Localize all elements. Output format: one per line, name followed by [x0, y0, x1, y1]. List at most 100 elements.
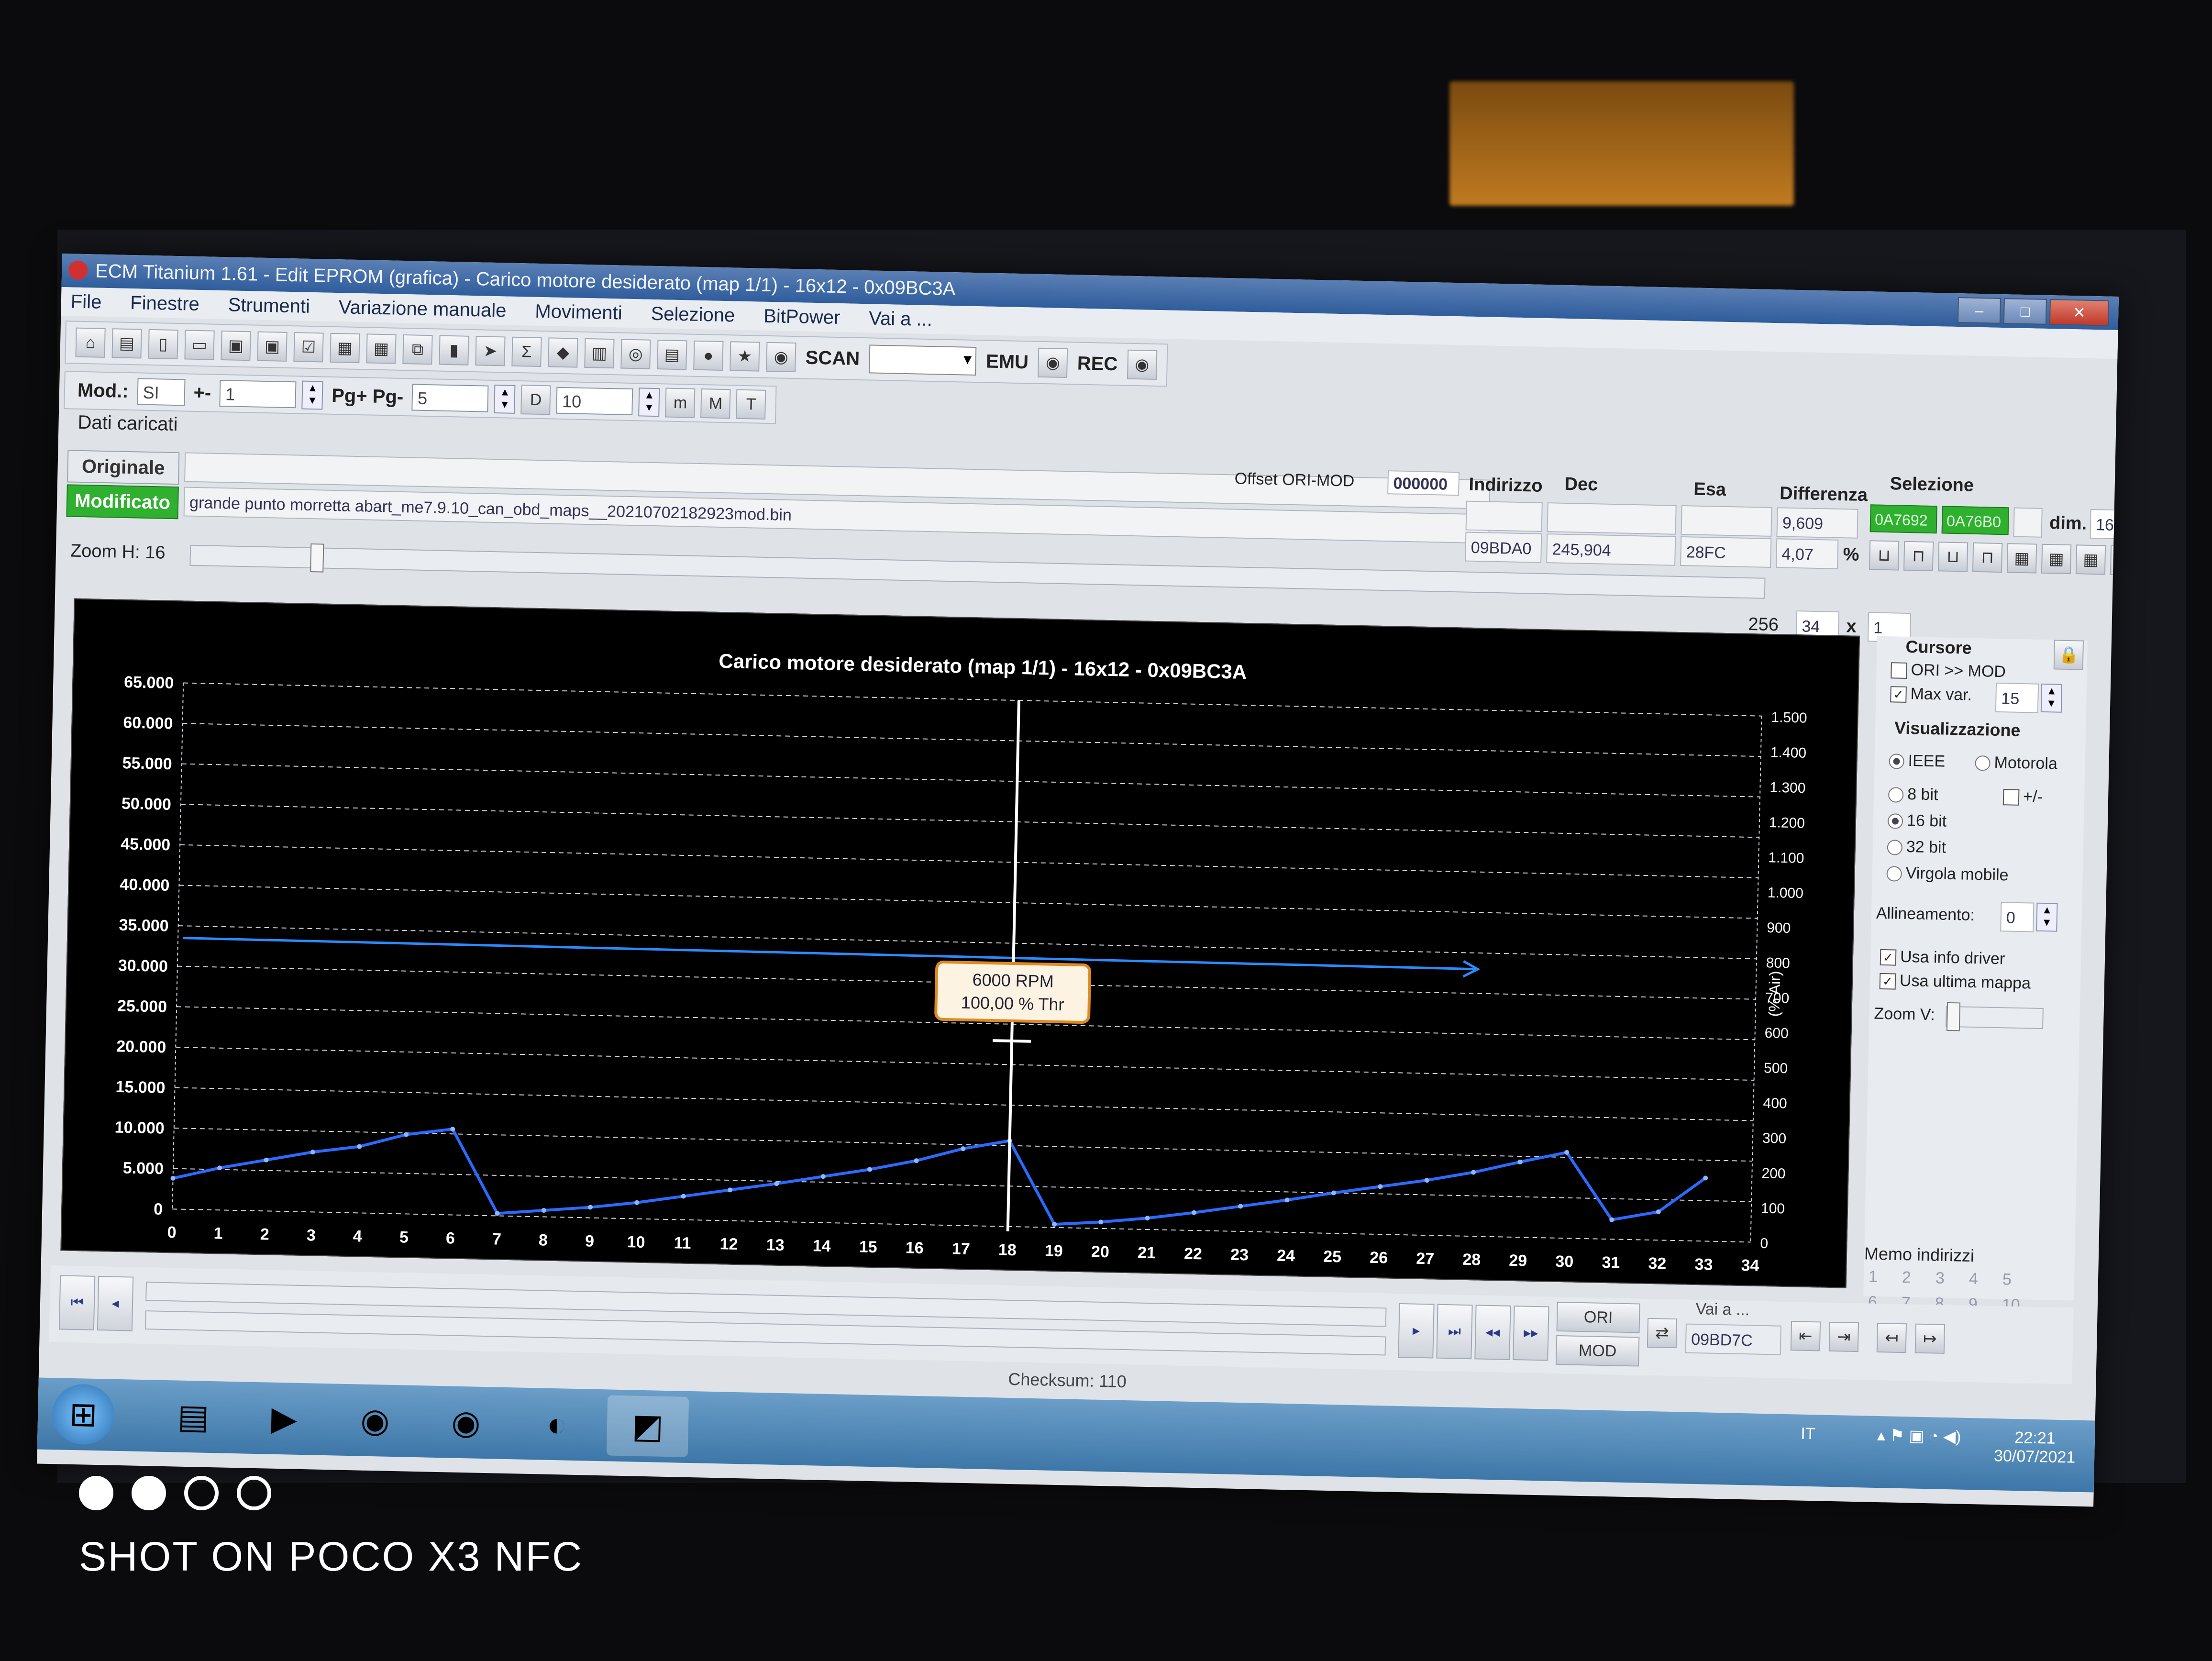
16bit-radio[interactable]: 16 bit — [1887, 811, 1947, 831]
explorer-taskbar-icon[interactable]: ▤ — [152, 1386, 235, 1448]
usa-info-checkbox[interactable]: ✓ Usa info driver — [1880, 947, 2005, 968]
binoculars-icon[interactable]: ◎ — [620, 339, 651, 369]
save-as-icon[interactable]: ▣ — [257, 331, 288, 362]
series-point[interactable] — [588, 1205, 593, 1210]
ori-mod-checkbox[interactable]: ORI >> MOD — [1891, 660, 2006, 681]
zoom-h-thumb[interactable] — [310, 543, 324, 573]
target-icon[interactable]: ◉ — [766, 342, 796, 373]
memo-slot-2[interactable]: 2 — [1902, 1268, 1936, 1287]
emu-icon[interactable]: ◉ — [1038, 347, 1068, 378]
pg-input[interactable]: 5 — [411, 384, 489, 412]
m-large-icon[interactable]: M — [700, 388, 731, 419]
series-point[interactable] — [1378, 1184, 1383, 1189]
tray-icons[interactable]: ▴ ⚑ ▣ ◔ ◀) — [1877, 1426, 1961, 1446]
max-var-checkbox[interactable]: ✓ Max var. — [1890, 684, 1972, 705]
copy-icon[interactable]: ⧉ — [402, 334, 433, 365]
close-button[interactable]: ✕ — [2049, 299, 2109, 326]
plusminus-checkbox[interactable]: +/- — [2002, 787, 2043, 807]
d-icon[interactable]: D — [520, 385, 551, 415]
scan-select[interactable] — [869, 344, 977, 376]
goto-left-icon[interactable]: ⇤ — [1790, 1321, 1821, 1351]
mod-input[interactable]: SI — [137, 378, 186, 406]
grid-icon[interactable]: ▥ — [584, 338, 615, 369]
mark-right-icon[interactable]: ↦ — [1914, 1323, 1945, 1354]
maximize-button[interactable]: □ — [2003, 298, 2047, 325]
32bit-radio[interactable]: 32 bit — [1887, 837, 1946, 857]
zoom-v-slider[interactable] — [1946, 1002, 2044, 1031]
map-icon[interactable]: ▦ — [330, 332, 360, 364]
sel-tool-4-icon[interactable]: ⊓ — [1972, 542, 2003, 573]
menu-vai-a[interactable]: Vai a ... — [869, 304, 933, 334]
plusminus-input[interactable]: 1 — [219, 379, 297, 409]
sel-tool-1-icon[interactable]: ⊔ — [1869, 540, 1900, 571]
start-button[interactable]: ⊞ — [51, 1384, 115, 1445]
allineamento-field[interactable]: 0 — [2000, 902, 2035, 932]
panel-lock-icon[interactable]: 🔒 — [2053, 640, 2084, 670]
8bit-radio[interactable]: 8 bit — [1888, 785, 1938, 804]
next-block-icon[interactable]: ▸▸ — [1513, 1306, 1549, 1361]
compare-icon[interactable]: ⇄ — [1647, 1318, 1678, 1349]
series-point[interactable] — [1098, 1219, 1104, 1225]
chrome-taskbar-icon[interactable]: ◉ — [334, 1389, 417, 1451]
rec-icon[interactable]: ◉ — [1127, 349, 1157, 380]
menu-variazione-manuale[interactable]: Variazione manuale — [338, 293, 507, 325]
series-point[interactable] — [1191, 1210, 1196, 1215]
map-edit-icon[interactable]: ▦ — [366, 333, 397, 364]
plusminus-spinner[interactable]: ▲ ▼ — [301, 380, 323, 410]
allineamento-spinner[interactable]: ▲ ▼ — [2036, 902, 2058, 932]
sel-tool-7-icon[interactable]: ▦ — [2075, 544, 2106, 575]
prev-block-icon[interactable]: ◂◂ — [1474, 1305, 1511, 1360]
series-point[interactable] — [634, 1200, 640, 1205]
series-point[interactable] — [681, 1194, 686, 1199]
offset-field[interactable]: 000000 — [1387, 470, 1460, 496]
d-input[interactable]: 10 — [556, 387, 633, 416]
clock-date[interactable]: 30/07/2021 — [1994, 1447, 2076, 1467]
open-folder-icon[interactable]: ▭ — [184, 330, 215, 360]
series-point[interactable] — [541, 1207, 546, 1213]
d-spinner[interactable]: ▲ ▼ — [638, 388, 660, 417]
menu-strumenti[interactable]: Strumenti — [228, 290, 310, 321]
max-var-field[interactable]: 15 — [1995, 682, 2039, 713]
series-point[interactable] — [728, 1187, 733, 1193]
virgola-radio[interactable]: Virgola mobile — [1886, 864, 2009, 885]
checklist-icon[interactable]: ☑ — [293, 332, 324, 363]
goto-right-icon[interactable]: ⇥ — [1828, 1321, 1859, 1352]
chart-cursor[interactable]: 6000 RPM100,00 % Thr — [931, 699, 1095, 1233]
color-icon[interactable]: ◆ — [548, 337, 578, 368]
menu-finestre[interactable]: Finestre — [130, 288, 200, 319]
map-chart[interactable]: Carico motore desiderato (map 1/1) - 16x… — [60, 598, 1860, 1288]
windows-icon[interactable]: ▤ — [111, 328, 142, 359]
memo-slot-3[interactable]: 3 — [1936, 1269, 1969, 1288]
mark-left-icon[interactable]: ↤ — [1876, 1322, 1907, 1353]
media-player-taskbar-icon[interactable]: ▶ — [243, 1387, 326, 1450]
menu-file[interactable]: File — [70, 287, 102, 316]
menu-movimenti[interactable]: Movimenti — [535, 297, 622, 328]
selezione-start[interactable]: 0A7692 — [1869, 504, 1937, 534]
window-single-icon[interactable]: ▯ — [148, 329, 178, 360]
minimize-button[interactable]: – — [1957, 297, 2001, 324]
language-indicator[interactable]: IT — [1801, 1425, 1815, 1443]
menu-bitpower[interactable]: BitPower — [763, 302, 841, 332]
usa-ultima-checkbox[interactable]: ✓ Usa ultima mappa — [1879, 971, 2031, 993]
lock-icon[interactable]: ● — [693, 340, 724, 371]
home-icon[interactable]: ⌂ — [75, 327, 106, 358]
sel-tool-6-icon[interactable]: ▦ — [2041, 543, 2072, 575]
mod-button[interactable]: MOD — [1556, 1335, 1640, 1367]
selezione-end[interactable]: 0A76B0 — [1941, 506, 2009, 535]
memo-slot-1[interactable]: 1 — [1869, 1268, 1902, 1287]
vai-a-field[interactable]: 09BD7C — [1685, 1323, 1781, 1355]
run-icon[interactable]: ★ — [730, 341, 760, 372]
last-icon[interactable]: ⏭ — [1436, 1304, 1473, 1360]
rec-label[interactable]: REC — [1074, 353, 1120, 375]
emu-label[interactable]: EMU — [983, 351, 1032, 373]
first-page-icon[interactable]: ⏮ — [58, 1275, 96, 1330]
memo-slot-4[interactable]: 4 — [1969, 1270, 2003, 1289]
modificato-button[interactable]: Modificato — [66, 484, 179, 520]
next-icon[interactable]: ▸ — [1398, 1303, 1435, 1359]
sel-tool-3-icon[interactable]: ⊔ — [1937, 542, 1969, 572]
motorola-radio[interactable]: Motorola — [1975, 753, 2057, 774]
ecm-titanium-taskbar-icon[interactable]: ◩ — [606, 1395, 689, 1457]
ieee-radio[interactable]: IEEE — [1889, 751, 1946, 771]
memo-slot-5[interactable]: 5 — [2002, 1270, 2036, 1289]
save-icon[interactable]: ▣ — [221, 331, 251, 361]
